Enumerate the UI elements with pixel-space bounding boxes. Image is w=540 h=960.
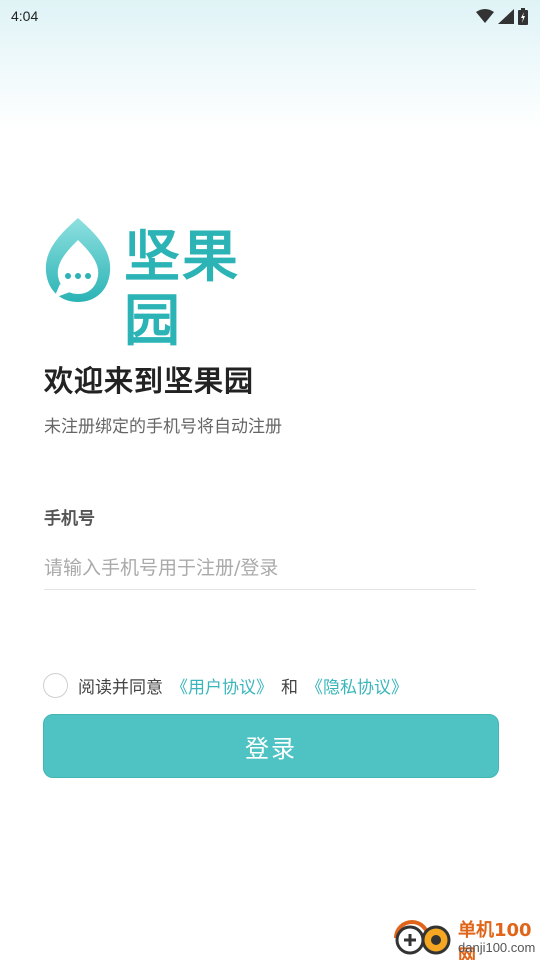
agreement-and: 和: [281, 677, 298, 698]
login-button[interactable]: 登录: [43, 714, 499, 778]
logo-text: 坚果园: [124, 225, 240, 354]
watermark-logo-icon: [394, 920, 451, 955]
status-icons: [476, 7, 528, 25]
watermark: 单机100网 danji100.com: [388, 914, 540, 960]
user-agreement-link[interactable]: 《用户协议》: [171, 673, 273, 698]
phone-label: 手机号: [44, 509, 95, 529]
welcome-title: 欢迎来到坚果园: [44, 364, 255, 398]
watermark-url: danji100.com: [458, 940, 536, 955]
agreement-checkbox[interactable]: [43, 672, 68, 698]
phone-input[interactable]: [44, 546, 476, 590]
agreement-row: 阅读并同意 《用户协议》 和 《隐私协议》: [43, 672, 408, 698]
agreement-prefix: 阅读并同意: [78, 677, 163, 698]
nut-logo-icon: [45, 218, 111, 302]
signal-icon: [498, 8, 514, 24]
battery-icon: [518, 7, 528, 25]
wifi-icon: [476, 9, 494, 23]
welcome-subtitle: 未注册绑定的手机号将自动注册: [44, 417, 282, 437]
app-logo: 坚果园: [42, 214, 282, 354]
privacy-policy-link[interactable]: 《隐私协议》: [306, 673, 408, 698]
status-time: 4:04: [11, 8, 39, 24]
status-bar: 4:04: [0, 0, 540, 32]
